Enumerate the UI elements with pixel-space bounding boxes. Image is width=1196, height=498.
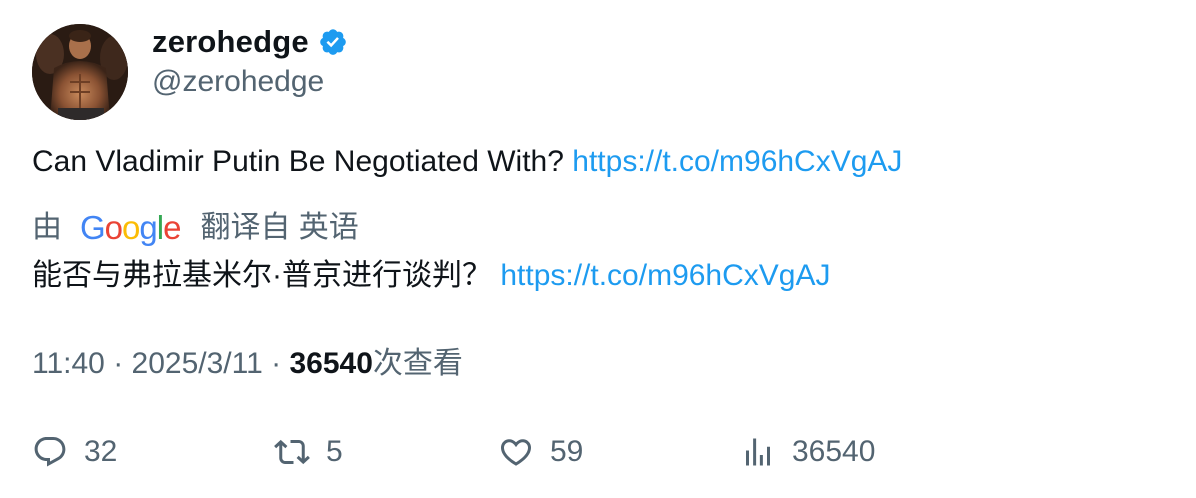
tweet-link[interactable]: https://t.co/m96hCxVgAJ [572, 145, 902, 178]
tweet-time[interactable]: 11:40 [32, 347, 105, 380]
avatar-image [32, 24, 128, 120]
translated-tweet-text: 能否与弗拉基米尔·普京进行谈判？ https://t.co/m96hCxVgAJ [32, 256, 831, 296]
reply-button[interactable]: 32 [32, 430, 117, 474]
translation-prefix: 由 [32, 211, 62, 244]
translated-body: 能否与弗拉基米尔·普京进行谈判？ [32, 259, 492, 292]
retweet-button[interactable]: 5 [274, 430, 343, 474]
tweet-body: Can Vladimir Putin Be Negotiated With? [32, 145, 564, 178]
translation-suffix[interactable]: 翻译自 英语 [200, 208, 358, 248]
retweet-count: 5 [326, 435, 343, 468]
like-icon [498, 434, 534, 470]
reply-icon [32, 434, 68, 470]
verified-badge-icon [318, 27, 348, 57]
meta-separator: · [271, 347, 282, 380]
tweet-date[interactable]: 2025/3/11 [132, 347, 263, 380]
tweet-text: Can Vladimir Putin Be Negotiated With? h… [32, 142, 902, 182]
translated-link[interactable]: https://t.co/m96hCxVgAJ [500, 259, 830, 292]
like-count: 59 [550, 435, 584, 468]
views-label: 次查看 [372, 347, 463, 380]
author-display-name[interactable]: zerohedge [152, 24, 309, 60]
analytics-count: 36540 [792, 435, 876, 468]
avatar[interactable] [32, 24, 128, 120]
reply-count: 32 [84, 435, 118, 468]
retweet-icon [274, 434, 310, 470]
author-handle[interactable]: @zerohedge [152, 64, 324, 100]
tweet-meta: 11:40 · 2025/3/11 · 36540次查看 [32, 344, 463, 384]
google-logo: Google [80, 209, 181, 246]
views-count: 36540 [289, 347, 373, 380]
author-display-name-row[interactable]: zerohedge [152, 24, 348, 60]
analytics-button[interactable]: 36540 [740, 430, 875, 474]
translation-attribution: 由 Google 翻译自 英语 [32, 208, 359, 248]
like-button[interactable]: 59 [498, 430, 583, 474]
analytics-icon [740, 434, 776, 470]
meta-separator: · [113, 347, 124, 380]
